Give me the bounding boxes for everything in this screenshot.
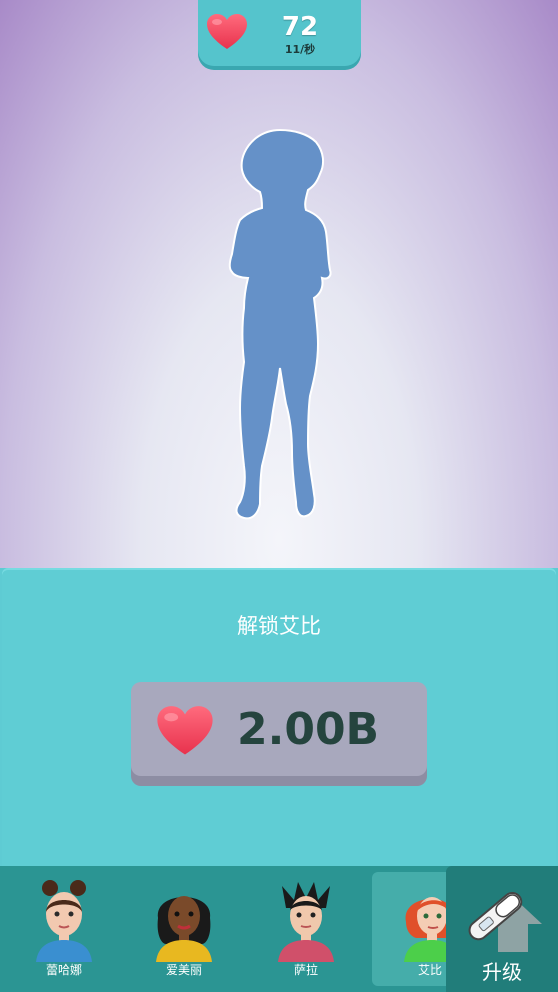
unlock-title: 解锁艾比 [237,614,321,638]
heart-icon [157,706,213,755]
unlock-price: 2.00B [237,704,380,755]
locked-character-silhouette [228,128,332,520]
unlock-button[interactable]: 2.00B [131,682,427,776]
character-name: 蕾哈娜 [45,963,82,977]
character-name: 萨拉 [293,963,318,977]
hearts-counter: 72 11/秒 [198,0,361,66]
character-stage: 72 11/秒 [0,0,558,568]
character-avatar-icon [156,896,212,962]
character-slot-amelie[interactable]: 爱美丽 [126,872,242,986]
upgrade-label: 升级 [482,960,522,984]
character-avatar-icon [36,880,92,962]
hearts-count: 72 [281,12,319,42]
character-slot-rihanna[interactable]: 蕾哈娜 [6,872,122,986]
upgrade-arrow-icon [468,891,542,952]
hearts-rate: 11/秒 [284,43,316,56]
character-avatar-icon [278,882,334,962]
character-name: 爱美丽 [165,963,202,977]
upgrade-button[interactable]: 升级 [446,866,558,992]
heart-icon [207,14,247,49]
character-slot-sarah[interactable]: 萨拉 [248,872,364,986]
